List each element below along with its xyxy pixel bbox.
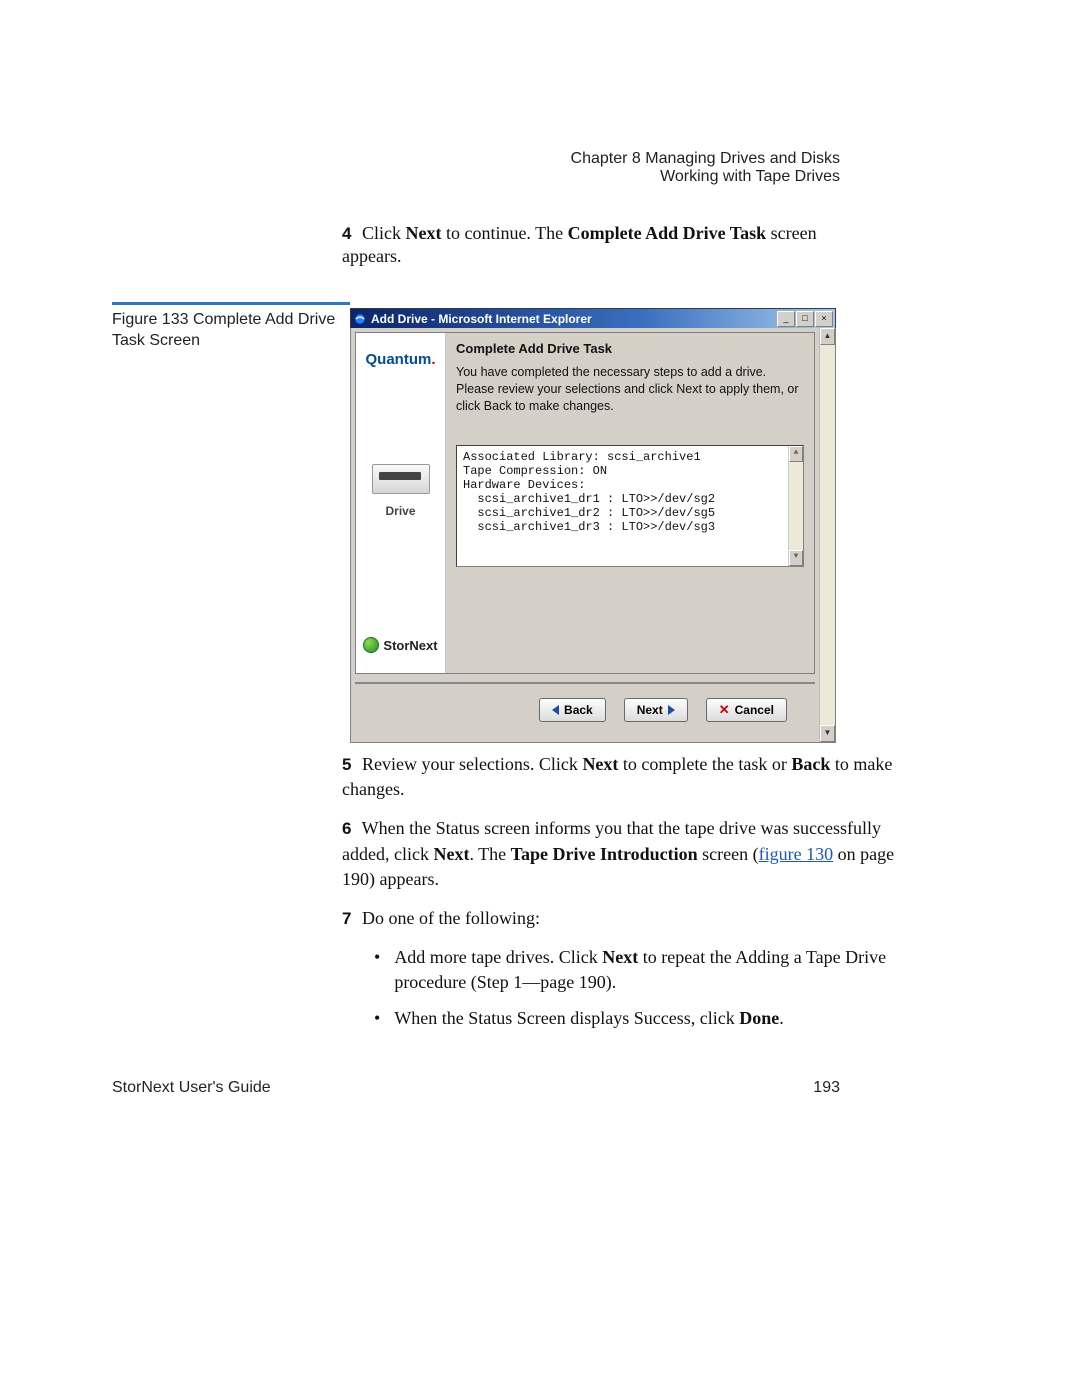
task-description: You have completed the necessary steps t… bbox=[456, 364, 804, 415]
ie-icon bbox=[353, 312, 367, 326]
bullet-dot-1: • bbox=[374, 945, 380, 995]
stornext-text: StorNext bbox=[383, 638, 437, 653]
footer-guide: StorNext User's Guide bbox=[112, 1079, 271, 1097]
step-4: 4 Click Next to continue. The Complete A… bbox=[342, 222, 840, 269]
step-7-bullet-2: • When the Status Screen displays Succes… bbox=[374, 1006, 920, 1031]
step-4-screen: Complete Add Drive Task bbox=[568, 223, 767, 243]
drive-label: Drive bbox=[385, 504, 415, 518]
scroll-down-icon[interactable]: ▼ bbox=[789, 550, 803, 566]
step-4-text-b: to continue. The bbox=[441, 223, 567, 243]
b1-a: Add more tape drives. Click bbox=[394, 947, 602, 967]
next-button[interactable]: Next bbox=[624, 698, 688, 722]
quantum-text: Quantum bbox=[365, 351, 431, 368]
arrow-right-icon bbox=[668, 705, 675, 715]
task-title: Complete Add Drive Task bbox=[456, 341, 804, 356]
window-scrollbar[interactable]: ▲ ▼ bbox=[819, 328, 835, 742]
b2-a: When the Status Screen displays Success,… bbox=[394, 1008, 739, 1028]
b1-next: Next bbox=[602, 947, 638, 967]
globe-icon bbox=[363, 637, 379, 653]
step6-b: . The bbox=[469, 844, 510, 864]
header-chapter: Chapter 8 Managing Drives and Disks bbox=[571, 150, 840, 168]
minimize-button[interactable]: _ bbox=[777, 311, 795, 327]
arrow-left-icon bbox=[552, 705, 559, 715]
b2-done: Done bbox=[739, 1008, 779, 1028]
body-text: 5 Review your selections. Click Next to … bbox=[342, 752, 920, 1041]
back-button[interactable]: Back bbox=[539, 698, 606, 722]
step-6: 6 When the Status screen informs you tha… bbox=[342, 816, 920, 892]
step7-a: Do one of the following: bbox=[362, 908, 540, 928]
page-header: Chapter 8 Managing Drives and Disks Work… bbox=[571, 150, 840, 186]
step5-b: to complete the task or bbox=[618, 754, 791, 774]
figure-130-link[interactable]: figure 130 bbox=[759, 844, 833, 864]
step-5-number: 5 bbox=[342, 755, 351, 774]
step6-next: Next bbox=[433, 844, 469, 864]
dialog-sidebar: Quantum. Drive StorNext bbox=[356, 333, 446, 673]
step-5: 5 Review your selections. Click Next to … bbox=[342, 752, 920, 802]
step5-a: Review your selections. Click bbox=[362, 754, 582, 774]
maximize-button[interactable]: □ bbox=[796, 311, 814, 327]
step-4-next: Next bbox=[405, 223, 441, 243]
settings-scrollbar[interactable]: ▲ ▼ bbox=[788, 446, 803, 566]
quantum-dot: . bbox=[431, 351, 435, 368]
step-6-number: 6 bbox=[342, 819, 351, 838]
settings-content: Associated Library: scsi_archive1 Tape C… bbox=[463, 450, 715, 534]
dialog-main: Complete Add Drive Task You have complet… bbox=[446, 333, 814, 673]
window-body: Quantum. Drive StorNext Comple bbox=[350, 328, 836, 743]
b2-b: . bbox=[779, 1008, 784, 1028]
step5-back: Back bbox=[791, 754, 830, 774]
step-4-number: 4 bbox=[342, 224, 351, 243]
quantum-logo: Quantum. bbox=[365, 351, 435, 368]
step6-screen: Tape Drive Introduction bbox=[511, 844, 698, 864]
window-titlebar[interactable]: Add Drive - Microsoft Internet Explorer … bbox=[350, 308, 836, 328]
step5-next: Next bbox=[582, 754, 618, 774]
window-title: Add Drive - Microsoft Internet Explorer bbox=[371, 312, 777, 326]
settings-textarea[interactable]: Associated Library: scsi_archive1 Tape C… bbox=[456, 445, 804, 567]
drive-illustration bbox=[369, 458, 433, 498]
step-4-text-a: Click bbox=[362, 223, 406, 243]
step6-c: screen ( bbox=[698, 844, 759, 864]
figure-caption-rule bbox=[112, 302, 350, 305]
x-icon: ✕ bbox=[719, 702, 730, 718]
cancel-button[interactable]: ✕ Cancel bbox=[706, 698, 787, 722]
ie-window: Add Drive - Microsoft Internet Explorer … bbox=[350, 308, 836, 743]
close-button[interactable]: × bbox=[815, 311, 833, 327]
header-section: Working with Tape Drives bbox=[571, 168, 840, 186]
bullet-dot-2: • bbox=[374, 1006, 380, 1031]
step-7: 7 Do one of the following: bbox=[342, 906, 920, 931]
footer-page-number: 193 bbox=[813, 1079, 840, 1097]
next-button-label: Next bbox=[637, 703, 663, 717]
step-7-bullet-1: • Add more tape drives. Click Next to re… bbox=[374, 945, 920, 995]
cancel-button-label: Cancel bbox=[735, 703, 774, 717]
dialog-buttons: Back Next ✕ Cancel bbox=[355, 682, 815, 738]
back-button-label: Back bbox=[564, 703, 593, 717]
figure-caption: Figure 133 Complete Add Drive Task Scree… bbox=[112, 310, 342, 352]
window-scroll-down-icon[interactable]: ▼ bbox=[820, 725, 835, 742]
window-scroll-up-icon[interactable]: ▲ bbox=[820, 328, 835, 345]
step-7-number: 7 bbox=[342, 909, 351, 928]
stornext-brand: StorNext bbox=[363, 637, 437, 653]
scroll-up-icon[interactable]: ▲ bbox=[789, 446, 803, 462]
